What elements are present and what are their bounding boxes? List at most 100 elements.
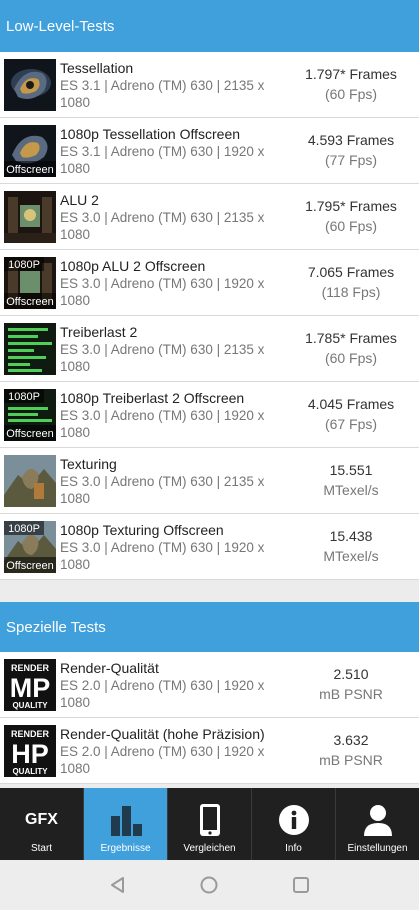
nav-results[interactable]: Ergebnisse [84, 788, 168, 860]
test-api-info: ES 2.0 | Adreno (TM) 630 | 1920 x 1080 [60, 678, 265, 710]
gfx-logo-icon: GFX [0, 802, 83, 838]
test-score: 2.510 [333, 666, 369, 682]
test-row[interactable]: ALU 2 ES 3.0 | Adreno (TM) 630 | 2135 x … [0, 184, 419, 250]
test-api-info: ES 3.0 | Adreno (TM) 630 | 2135 x 1080 [60, 342, 265, 374]
bottom-navigation: GFX Start Ergebnisse Vergleichen Info Ei… [0, 788, 419, 860]
tile-big-text: MP [10, 673, 51, 703]
test-row[interactable]: Treiberlast 2 ES 3.0 | Adreno (TM) 630 |… [0, 316, 419, 382]
tessellation-offscreen-thumbnail-icon: Offscreen [4, 125, 56, 177]
alu2-offscreen-thumbnail-icon: 1080P Offscreen [4, 257, 56, 309]
nav-start-label: Start [30, 843, 53, 854]
tile-big-text: HP [11, 739, 49, 769]
tessellation-thumbnail-icon [4, 59, 56, 111]
test-api-info: ES 3.0 | Adreno (TM) 630 | 2135 x 1080 [60, 474, 265, 506]
bar-chart-icon [84, 802, 167, 838]
render-quality-mp-icon: RENDER MP QUALITY [4, 659, 56, 711]
special-test-list: RENDER MP QUALITY Render-Qualität ES 2.0… [0, 652, 419, 784]
test-score-sub: (118 Fps) [321, 284, 381, 300]
test-score-sub: MTexel/s [323, 548, 379, 564]
test-score-sub: (60 Fps) [324, 350, 378, 366]
test-api-info: ES 2.0 | Adreno (TM) 630 | 1920 x 1080 [60, 744, 265, 776]
test-score: 15.438 [329, 528, 373, 544]
test-score: 15.551 [329, 462, 373, 478]
test-row[interactable]: RENDER MP QUALITY Render-Qualität ES 2.0… [0, 652, 419, 718]
nav-settings[interactable]: Einstellungen [336, 788, 419, 860]
offscreen-badge: Offscreen [6, 560, 54, 572]
tile-bottom-text: QUALITY [12, 701, 48, 710]
phone-icon [168, 802, 251, 838]
driver-overhead-offscreen-thumbnail-icon: 1080P Offscreen [4, 389, 56, 441]
test-score-sub: mB PSNR [319, 686, 383, 702]
section-header-low-level: Low-Level-Tests [0, 0, 419, 52]
test-score: 1.795* Frames [305, 198, 397, 214]
resolution-badge: 1080P [8, 391, 40, 403]
nav-info-label: Info [285, 843, 302, 854]
test-row[interactable]: Tessellation ES 3.1 | Adreno (TM) 630 | … [0, 52, 419, 118]
test-row[interactable]: Offscreen 1080p Tessellation Offscreen E… [0, 118, 419, 184]
tile-top-text: RENDER [11, 663, 50, 673]
test-row[interactable]: Texturing ES 3.0 | Adreno (TM) 630 | 213… [0, 448, 419, 514]
test-name: 1080p Texturing Offscreen [60, 522, 224, 538]
test-score-sub: (67 Fps) [324, 416, 378, 432]
nav-settings-label: Einstellungen [347, 843, 408, 854]
test-row[interactable]: 1080P Offscreen 1080p Texturing Offscree… [0, 514, 419, 580]
test-name: Treiberlast 2 [60, 324, 138, 340]
offscreen-badge: Offscreen [6, 428, 54, 440]
driver-overhead-thumbnail-icon [4, 323, 56, 375]
offscreen-badge: Offscreen [6, 296, 54, 308]
person-icon [336, 802, 419, 838]
test-score: 4.593 Frames [307, 132, 395, 148]
test-score-sub: (60 Fps) [324, 86, 378, 102]
test-name: Tessellation [60, 60, 134, 76]
test-api-info: ES 3.0 | Adreno (TM) 630 | 1920 x 1080 [60, 408, 265, 440]
offscreen-badge: Offscreen [6, 164, 54, 176]
test-score: 4.045 Frames [307, 396, 395, 412]
section-header-special: Spezielle Tests [0, 602, 419, 652]
test-score: 7.065 Frames [307, 264, 395, 280]
test-score-sub: (77 Fps) [324, 152, 378, 168]
test-row[interactable]: RENDER HP QUALITY Render-Qualität (hohe … [0, 718, 419, 784]
texturing-offscreen-thumbnail-icon: 1080P Offscreen [4, 521, 56, 573]
nav-compare-label: Vergleichen [183, 843, 236, 854]
test-score: 1.785* Frames [305, 330, 397, 346]
system-navigation-bar [0, 860, 419, 910]
test-api-info: ES 3.1 | Adreno (TM) 630 | 1920 x 1080 [60, 144, 265, 176]
recents-icon[interactable] [291, 875, 311, 895]
tile-top-text: RENDER [11, 729, 50, 739]
test-name: Render-Qualität [60, 660, 159, 676]
nav-results-label: Ergebnisse [100, 843, 151, 854]
resolution-badge: 1080P [8, 259, 40, 271]
test-row[interactable]: 1080P Offscreen 1080p Treiberlast 2 Offs… [0, 382, 419, 448]
test-score: 3.632 [333, 732, 369, 748]
test-api-info: ES 3.0 | Adreno (TM) 630 | 2135 x 1080 [60, 210, 265, 242]
gfx-logo-text: GFX [25, 811, 58, 828]
test-name: 1080p Tessellation Offscreen [60, 126, 241, 142]
section-title: Low-Level-Tests [6, 17, 115, 35]
info-icon [252, 802, 335, 838]
test-score: 1.797* Frames [305, 66, 397, 82]
alu2-thumbnail-icon [4, 191, 56, 243]
nav-info[interactable]: Info [252, 788, 336, 860]
resolution-badge: 1080P [8, 523, 40, 535]
section-title: Spezielle Tests [6, 618, 106, 636]
back-icon[interactable] [108, 875, 128, 895]
test-score-sub: MTexel/s [323, 482, 379, 498]
render-quality-hp-icon: RENDER HP QUALITY [4, 725, 56, 777]
test-score-sub: mB PSNR [319, 752, 383, 768]
low-level-test-list: Tessellation ES 3.1 | Adreno (TM) 630 | … [0, 52, 419, 580]
test-api-info: ES 3.0 | Adreno (TM) 630 | 1920 x 1080 [60, 540, 265, 572]
test-name: 1080p ALU 2 Offscreen [60, 258, 206, 274]
test-name: Texturing [60, 456, 117, 472]
test-name: 1080p Treiberlast 2 Offscreen [60, 390, 245, 406]
test-api-info: ES 3.1 | Adreno (TM) 630 | 2135 x 1080 [60, 78, 265, 110]
test-score-sub: (60 Fps) [324, 218, 378, 234]
test-name: Render-Qualität (hohe Präzision) [60, 726, 265, 742]
tile-bottom-text: QUALITY [12, 767, 48, 776]
test-api-info: ES 3.0 | Adreno (TM) 630 | 1920 x 1080 [60, 276, 265, 308]
test-name: ALU 2 [60, 192, 99, 208]
home-icon[interactable] [199, 875, 219, 895]
test-row[interactable]: 1080P Offscreen 1080p ALU 2 Offscreen ES… [0, 250, 419, 316]
nav-compare[interactable]: Vergleichen [168, 788, 252, 860]
texturing-thumbnail-icon [4, 455, 56, 507]
nav-start[interactable]: GFX Start [0, 788, 84, 860]
